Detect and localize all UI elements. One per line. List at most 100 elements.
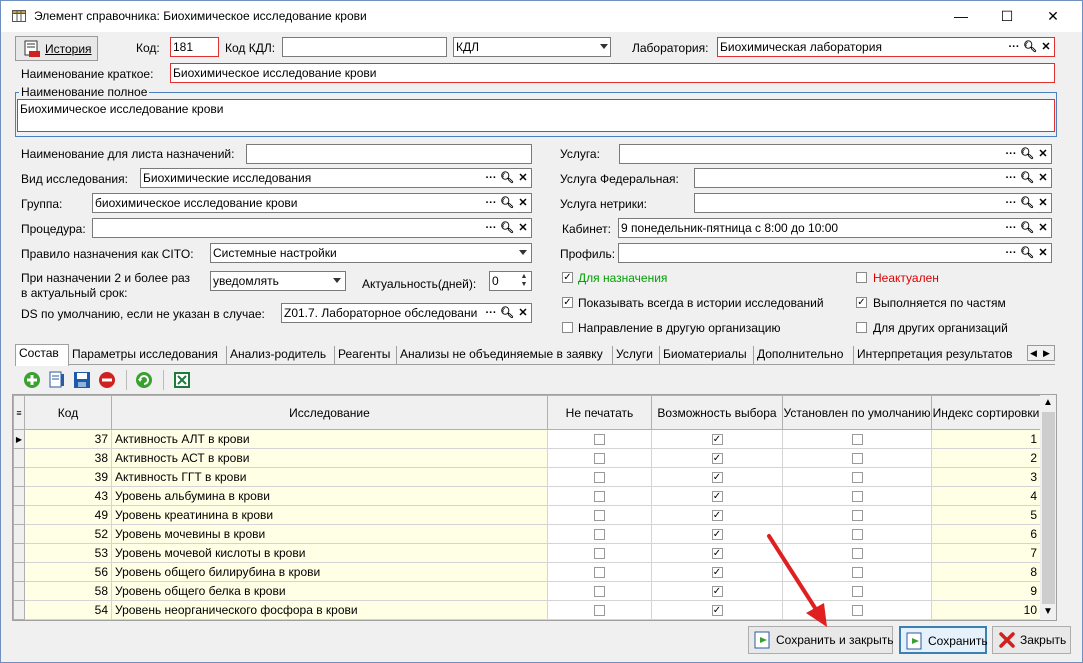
search-icon[interactable]: 🔍︎ (1022, 38, 1038, 56)
no-print-checkbox[interactable] (594, 510, 605, 522)
search-icon[interactable]: 🔍︎ (499, 194, 515, 212)
cell-sort-index[interactable]: 3 (931, 467, 1041, 487)
close-button[interactable]: Закрыть (992, 626, 1071, 654)
table-row[interactable]: 58 Уровень общего белка в крови ✓ 9 (13, 581, 1041, 601)
selectable-checkbox[interactable]: ✓ (711, 434, 723, 446)
cell-study[interactable]: Уровень общего билирубина в крови (111, 562, 548, 582)
cell-study[interactable]: Активность ГГТ в крови (111, 467, 548, 487)
cell-default[interactable] (782, 505, 932, 525)
tab-composition[interactable]: Состав (15, 344, 69, 366)
no-print-checkbox[interactable] (594, 567, 605, 579)
vertical-scrollbar[interactable]: ▲ ▼ (1040, 395, 1056, 620)
ellipsis-icon[interactable]: ··· (1003, 244, 1019, 262)
selectable-checkbox[interactable]: ✓ (711, 605, 723, 617)
cell-study[interactable]: Уровень мочевой кислоты в крови (111, 543, 548, 563)
ellipsis-icon[interactable]: ··· (483, 304, 499, 322)
cell-study[interactable]: Уровень креатинина в крови (111, 505, 548, 525)
cell-code[interactable]: 37 (24, 429, 112, 449)
close-window-button[interactable]: ✕ (1030, 1, 1076, 32)
ellipsis-icon[interactable]: ··· (1003, 145, 1019, 163)
cito-select[interactable]: Системные настройки (210, 243, 532, 263)
selectable-checkbox[interactable]: ✓ (711, 567, 723, 579)
default-checkbox[interactable] (851, 567, 863, 579)
search-icon[interactable]: 🔍︎ (499, 219, 515, 237)
delete-icon[interactable] (98, 371, 116, 389)
no-print-checkbox[interactable] (594, 453, 605, 465)
cell-study[interactable]: Уровень неорганического фосфора в крови (111, 600, 548, 620)
code-input[interactable]: 181 (170, 37, 219, 57)
clear-x-icon[interactable]: ✕ (1035, 194, 1051, 212)
table-row[interactable]: 52 Уровень мочевины в крови ✓ 6 (13, 524, 1041, 544)
tab-study-params[interactable]: Параметры исследования (69, 346, 227, 365)
history-button[interactable]: История (15, 36, 98, 61)
refresh-icon[interactable] (135, 371, 153, 389)
group-input[interactable]: биохимическое исследование крови ··· 🔍︎ ✕ (92, 193, 532, 213)
table-row[interactable]: 39 Активность ГГТ в крови ✓ 3 (13, 467, 1041, 487)
cell-no-print[interactable] (547, 467, 652, 487)
cell-selectable[interactable]: ✓ (651, 448, 783, 468)
short-name-input[interactable]: Биохимическое исследование крови (170, 63, 1055, 83)
cell-selectable[interactable]: ✓ (651, 429, 783, 449)
no-print-checkbox[interactable] (594, 548, 605, 560)
profile-input[interactable]: ··· 🔍︎ ✕ (618, 243, 1052, 263)
ds-input[interactable]: Z01.7. Лабораторное обследовани ··· 🔍︎ ✕ (281, 303, 532, 323)
lab-input[interactable]: Биохимическая лаборатория ··· 🔍︎ ✕ (717, 37, 1055, 57)
minimize-button[interactable]: — (938, 1, 984, 32)
kdl-code-input[interactable] (282, 37, 447, 57)
default-checkbox[interactable] (851, 529, 863, 541)
cell-no-print[interactable] (547, 600, 652, 620)
table-row[interactable]: 54 Уровень неорганического фосфора в кров… (13, 600, 1041, 620)
cell-code[interactable]: 52 (24, 524, 112, 544)
cell-sort-index[interactable]: 4 (931, 486, 1041, 506)
selectable-checkbox[interactable]: ✓ (711, 491, 723, 503)
cell-code[interactable]: 43 (24, 486, 112, 506)
full-name-textarea[interactable]: Биохимическое исследование крови (17, 99, 1055, 132)
selectable-checkbox[interactable]: ✓ (711, 453, 723, 465)
tab-services[interactable]: Услуги (613, 346, 660, 365)
column-header-sort-index[interactable]: Индекс сортировки (931, 395, 1041, 430)
default-checkbox[interactable] (851, 510, 863, 522)
cell-code[interactable]: 58 (24, 581, 112, 601)
column-header-no-print[interactable]: Не печатать (547, 395, 652, 430)
search-icon[interactable]: 🔍︎ (1019, 194, 1035, 212)
search-icon[interactable]: 🔍︎ (1019, 145, 1035, 163)
clear-x-icon[interactable]: ✕ (515, 304, 531, 322)
cell-sort-index[interactable]: 10 (931, 600, 1041, 620)
column-header-study[interactable]: Исследование (111, 395, 548, 430)
ellipsis-icon[interactable]: ··· (1003, 219, 1019, 237)
clear-x-icon[interactable]: ✕ (1035, 219, 1051, 237)
no-print-checkbox[interactable] (594, 529, 605, 541)
selectable-checkbox[interactable]: ✓ (711, 529, 723, 541)
cell-code[interactable]: 56 (24, 562, 112, 582)
selectable-checkbox[interactable]: ✓ (711, 586, 723, 598)
actuality-spinner[interactable]: 0 ▲ ▼ (489, 271, 532, 291)
cell-selectable[interactable]: ✓ (651, 505, 783, 525)
clear-x-icon[interactable]: ✕ (1035, 169, 1051, 187)
maximize-button[interactable]: ☐ (984, 1, 1030, 32)
ellipsis-icon[interactable]: ··· (1006, 38, 1022, 56)
save-button[interactable]: Сохранить (899, 626, 988, 654)
no-print-checkbox[interactable] (594, 472, 605, 484)
repeat-select[interactable]: уведомлять (210, 271, 346, 291)
federal-service-input[interactable]: ··· 🔍︎ ✕ (694, 168, 1052, 188)
default-checkbox[interactable] (851, 434, 863, 446)
for-assign-checkbox[interactable]: ✓ (562, 272, 573, 283)
cell-sort-index[interactable]: 8 (931, 562, 1041, 582)
cell-default[interactable] (782, 486, 932, 506)
default-checkbox[interactable] (851, 472, 863, 484)
cell-no-print[interactable] (547, 505, 652, 525)
search-icon[interactable]: 🔍︎ (1019, 169, 1035, 187)
edit-icon[interactable] (48, 371, 66, 389)
kdl-select[interactable]: КДЛ (453, 37, 611, 57)
cell-study[interactable]: Уровень альбумина в крови (111, 486, 548, 506)
cell-no-print[interactable] (547, 448, 652, 468)
cabinet-input[interactable]: 9 понедельник-пятница с 8:00 до 10:00 ··… (618, 218, 1052, 238)
cell-sort-index[interactable]: 2 (931, 448, 1041, 468)
selectable-checkbox[interactable]: ✓ (711, 510, 723, 522)
cell-sort-index[interactable]: 5 (931, 505, 1041, 525)
save-icon[interactable] (73, 371, 91, 389)
cell-study[interactable]: Активность АСТ в крови (111, 448, 548, 468)
study-type-input[interactable]: Биохимические исследования ··· 🔍︎ ✕ (140, 168, 532, 188)
column-header-default[interactable]: Установлен по умолчанию (782, 395, 932, 430)
clear-x-icon[interactable]: ✕ (515, 219, 531, 237)
